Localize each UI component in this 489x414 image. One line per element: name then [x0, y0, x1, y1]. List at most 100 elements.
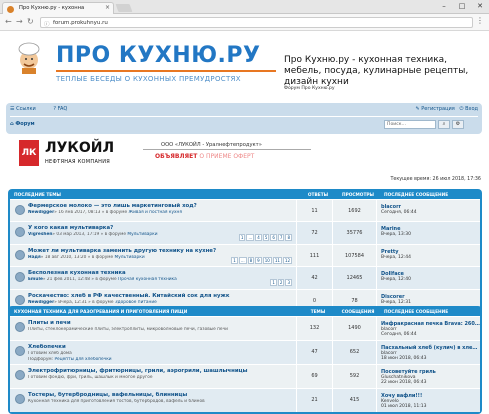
forum-main: Хлебопечки Готовим хлеб дома Подфорум: Рец…: [10, 341, 296, 364]
topic-meta-text: » 18 авг 2010, 13:20 » в форуме: [40, 254, 114, 260]
search-input[interactable]: Поиск…: [384, 120, 436, 129]
topic-forum-link[interactable]: Живая и постная кухня: [128, 210, 181, 215]
page-link[interactable]: 6: [270, 234, 277, 242]
forum-title-link[interactable]: Тостеры, бутербродницы, вафельницы, блин…: [28, 392, 296, 398]
page: ПРО КУХНЮ.РУ ТЕПЛЫЕ БЕСЕДЫ О КУХОННЫХ ПР…: [0, 31, 489, 414]
close-tab-icon[interactable]: ×: [105, 4, 110, 11]
page-link[interactable]: 1: [238, 234, 246, 242]
page-link[interactable]: 4: [255, 234, 262, 242]
page-link[interactable]: 2: [277, 279, 285, 287]
login-link[interactable]: ⏻ Вход: [460, 106, 478, 112]
last-post-time: Сегодня, 06:44: [381, 332, 417, 337]
minimize-icon[interactable]: –: [435, 0, 453, 14]
topic-row: У кого какая мультиварка? Vigreshen» 03 м…: [10, 221, 480, 244]
browser-menu-icon[interactable]: ⋮: [476, 16, 484, 25]
topic-replies: 111: [296, 244, 332, 267]
topic-author-link[interactable]: Vigreshen: [28, 232, 52, 237]
topic-forum-link[interactable]: Мультиварки: [115, 255, 145, 260]
chef-logo-icon[interactable]: [16, 42, 42, 74]
reload-icon[interactable]: ↻: [27, 17, 34, 26]
topic-forum-link[interactable]: Прочая кухонная техника: [118, 277, 177, 282]
topic-forum-link[interactable]: Здоровое питание: [115, 300, 157, 305]
tab-title: Про Кухню.ру - кухонна: [19, 5, 85, 11]
last-post-time: Вчера, 12:40: [381, 277, 411, 283]
forum-main: Плиты и печи Плиты, стеклокерамические пл…: [10, 317, 296, 340]
topic-forum-link[interactable]: Мультиварки: [127, 232, 157, 237]
page-link[interactable]: 11: [272, 256, 282, 264]
address-bar-area: ← → ↻ ⓘ forum.prokuhnyu.ru ⋮: [0, 14, 489, 31]
forum-row: Плиты и печи Плиты, стеклокерамические пл…: [10, 316, 480, 340]
page-link[interactable]: 8: [285, 234, 292, 242]
page-info-icon[interactable]: ⓘ: [44, 20, 50, 28]
forum-posts-count: 652: [332, 341, 376, 364]
forum-posts-count: 415: [332, 389, 376, 412]
search-icon[interactable]: ⌕: [438, 120, 450, 129]
forum-description: Готовим хлеб дома: [28, 351, 72, 356]
topic-status-icon: [15, 272, 25, 283]
topic-pagination: 123: [270, 279, 292, 287]
topic-row: Может ли мультиварка заменить другую тех…: [10, 243, 480, 267]
col-last-post: ПОСЛЕДНЕЕ СООБЩЕНИЕ: [384, 309, 449, 315]
topic-row: Бесполезная кухонная техника Emule» 21 фе…: [10, 266, 480, 289]
topic-title-link[interactable]: Бесполезная кухонная техника: [28, 270, 296, 276]
url-text: forum.prokuhnyu.ru: [53, 20, 108, 26]
links-link[interactable]: ☰ Ссылки: [10, 106, 44, 112]
page-link[interactable]: 10: [262, 256, 272, 264]
page-link[interactable]: 3: [285, 279, 292, 287]
topic-title-link[interactable]: У кого какая мультиварка?: [28, 225, 296, 231]
topic-last-post: Pretty Вчера, 12:44: [376, 244, 480, 267]
topic-author-link[interactable]: Emule: [28, 277, 43, 282]
forum-main: Электрофритюрницы, фритюрницы, грили, аэ…: [10, 365, 296, 388]
forward-icon[interactable]: →: [16, 17, 23, 26]
last-post-time: 01 июл 2018, 11:13: [381, 404, 427, 409]
topic-title-link[interactable]: Может ли мультиварка заменить другую тех…: [28, 248, 296, 254]
page-link[interactable]: 12: [282, 256, 292, 264]
faq-link[interactable]: ? FAQ: [53, 106, 75, 112]
forum-topics-count: 47: [296, 341, 332, 364]
forum-topics-count: 21: [296, 389, 332, 412]
navbar-auth-links: ✎ Регистрация ⏻ Вход: [415, 106, 478, 112]
new-tab-button[interactable]: [115, 4, 133, 12]
forum-description: Плиты, стеклокерамические плиты, электро…: [28, 327, 228, 332]
category-title: КУХОННАЯ ТЕХНИКА ДЛЯ РАЗОГРЕВАНИЯ И ПРИГ…: [14, 309, 188, 315]
favicon-icon: [7, 6, 14, 13]
topic-author-link[interactable]: Newdigger: [28, 210, 54, 215]
topic-replies: 11: [296, 200, 332, 222]
breadcrumb-forum[interactable]: ⌂ Форум: [10, 121, 35, 127]
topic-author-link[interactable]: Newdigger: [28, 300, 54, 305]
page-link[interactable]: 9: [255, 256, 262, 264]
page-link[interactable]: ...: [246, 234, 255, 242]
topic-meta: Newdigger» Вчера, 12:31 » в форуме Здоро…: [28, 300, 296, 305]
col-topics-count: ТЕМЫ: [310, 309, 326, 315]
topic-last-post: Marine Вчера, 13:30: [376, 222, 480, 244]
back-icon[interactable]: ←: [5, 17, 12, 26]
page-link[interactable]: 8: [247, 256, 255, 264]
page-link[interactable]: 5: [262, 234, 270, 242]
page-link[interactable]: 1: [270, 279, 277, 287]
register-link[interactable]: ✎ Регистрация: [415, 106, 454, 112]
page-link[interactable]: 1: [231, 256, 238, 264]
logo-text[interactable]: ПРО КУХНЮ.РУ: [56, 43, 260, 68]
topic-title-link[interactable]: Роскачество: хлеб в РФ качественный. Кит…: [28, 293, 296, 299]
topic-title-link[interactable]: Фермерское молоко — это лишь маркетингов…: [28, 203, 296, 209]
url-field[interactable]: ⓘ forum.prokuhnyu.ru: [40, 17, 473, 28]
page-link[interactable]: 7: [277, 234, 285, 242]
close-window-icon[interactable]: ✕: [471, 0, 489, 14]
advanced-search-icon[interactable]: ⚙: [452, 120, 464, 129]
browser-tab[interactable]: Про Кухню.ру - кухонна ×: [2, 2, 114, 14]
subforum-link[interactable]: Рецепты для хлебопечки: [54, 357, 111, 362]
forum-title-link[interactable]: Плиты и печи: [28, 320, 296, 326]
forum-navbar: ☰ Ссылки ? FAQ ✎ Регистрация ⏻ Вход ⌂ Фо…: [6, 103, 482, 134]
forum-title-link[interactable]: Хлебопечки: [28, 344, 296, 350]
last-post-time: 18 июн 2018, 06:43: [381, 356, 427, 361]
topic-meta-text: » Вчера, 12:31 » в форуме: [54, 299, 114, 305]
forum-title-link[interactable]: Электрофритюрницы, фритюрницы, грили, аэ…: [28, 368, 296, 374]
topic-meta: Newdigger» 16 янв 2017, 08:13 » в форуме…: [28, 210, 296, 215]
banner-brand: ЛУКОЙЛ: [45, 140, 115, 156]
maximize-icon[interactable]: □: [453, 0, 471, 14]
lukoil-banner[interactable]: ЛК ЛУКОЙЛ НЕФТЯНАЯ КОМПАНИЯ ООО «ЛУКОЙЛ …: [15, 137, 315, 173]
topic-author-link[interactable]: Надя: [28, 255, 41, 260]
forum-last-post: Инфракрасная печка Brava: 260… blacorr Сег…: [376, 317, 480, 340]
topic-status-icon: [15, 249, 25, 260]
page-link[interactable]: ...: [238, 256, 247, 264]
